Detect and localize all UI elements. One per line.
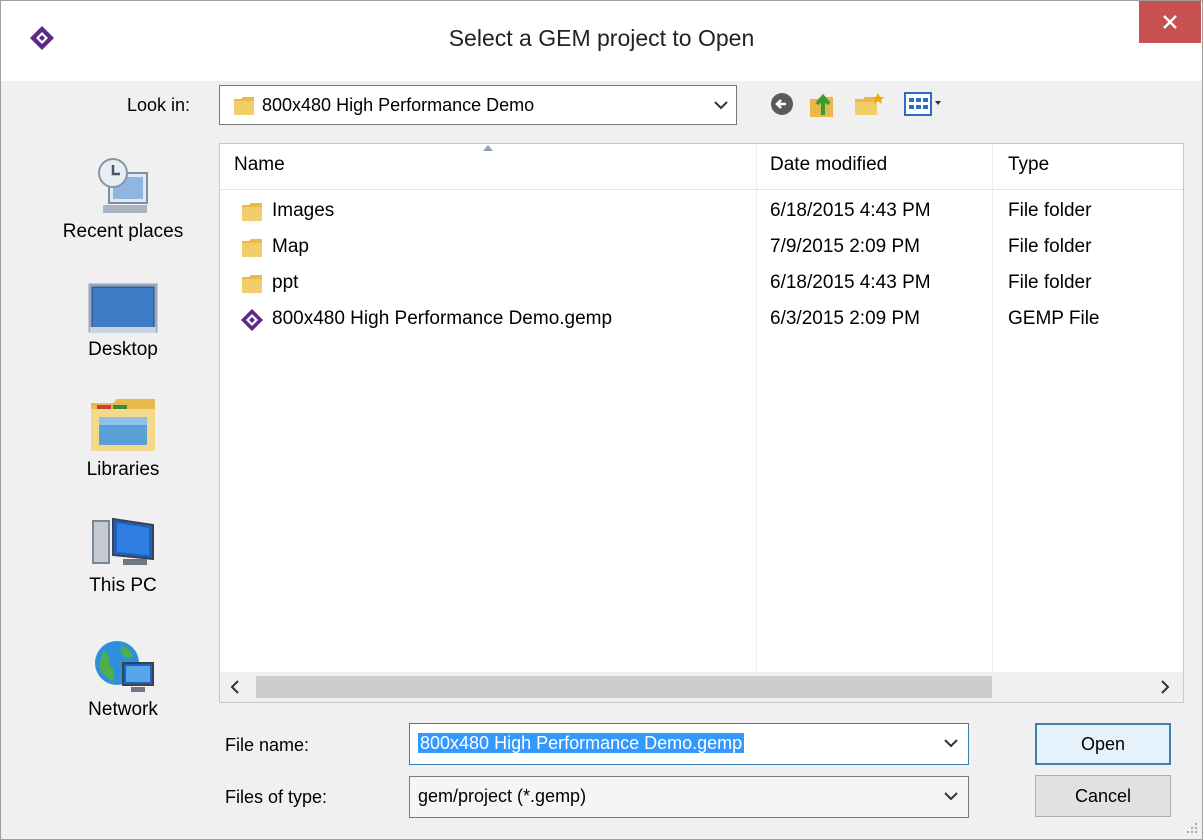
file-name-input[interactable]: 800x480 High Performance Demo.gemp (409, 723, 969, 765)
gemp-file-icon (241, 309, 263, 331)
column-date-modified[interactable]: Date modified (770, 154, 887, 176)
title-bar[interactable]: Select a GEM project to Open (1, 1, 1202, 81)
file-name: Images (272, 200, 335, 221)
column-header: Name Date modified Type (220, 144, 1183, 190)
look-in-value: 800x480 High Performance Demo (262, 95, 535, 115)
scroll-right-icon[interactable] (1160, 680, 1170, 694)
this-pc-icon (92, 517, 154, 565)
chevron-down-icon[interactable] (944, 738, 958, 748)
file-name: Map (272, 236, 309, 257)
file-type-label: Files of type: (225, 787, 328, 807)
folder-icon (242, 203, 262, 221)
look-in-label: Look in: (127, 95, 191, 115)
network-icon (95, 641, 154, 692)
file-name-label: File name: (225, 735, 310, 755)
file-row[interactable]: 800x480 High Performance Demo.gemp 6/3/2… (220, 302, 1183, 338)
folder-icon (234, 97, 254, 115)
horizontal-scrollbar[interactable] (220, 672, 1183, 702)
file-row[interactable]: ppt 6/18/2015 4:43 PM File folder (220, 266, 1183, 302)
file-type: GEMP File (1008, 308, 1100, 329)
place-network[interactable]: Network (37, 637, 209, 721)
scrollbar-thumb[interactable] (256, 676, 992, 698)
file-type-dropdown[interactable]: gem/project (*.gemp) (409, 776, 969, 818)
place-label: Network (88, 699, 158, 720)
file-list[interactable]: Name Date modified Type Images 6/18/2015… (219, 143, 1184, 703)
file-date: 6/3/2015 2:09 PM (770, 308, 920, 329)
look-in-dropdown[interactable]: 800x480 High Performance Demo (219, 85, 737, 125)
close-button[interactable] (1139, 1, 1201, 43)
file-type: File folder (1008, 236, 1092, 257)
close-icon (1163, 15, 1177, 29)
cancel-button[interactable]: Cancel (1035, 775, 1171, 817)
view-menu-icon[interactable] (903, 91, 955, 117)
place-label: This PC (89, 575, 157, 596)
file-type: File folder (1008, 200, 1092, 221)
open-button[interactable]: Open (1035, 723, 1171, 765)
column-type[interactable]: Type (1008, 154, 1049, 176)
file-type: File folder (1008, 272, 1092, 293)
place-this-pc[interactable]: This PC (37, 515, 209, 597)
place-desktop[interactable]: Desktop (37, 283, 209, 361)
file-name: ppt (272, 272, 299, 293)
up-folder-icon[interactable] (807, 91, 837, 119)
file-date: 6/18/2015 4:43 PM (770, 200, 931, 221)
file-type-value: gem/project (*.gemp) (418, 786, 587, 806)
file-name-value: 800x480 High Performance Demo.gemp (418, 733, 745, 753)
file-row[interactable]: Images 6/18/2015 4:43 PM File folder (220, 194, 1183, 230)
place-label: Libraries (86, 459, 160, 480)
file-date: 6/18/2015 4:43 PM (770, 272, 931, 293)
file-name: 800x480 High Performance Demo.gemp (272, 308, 613, 329)
chevron-down-icon (944, 792, 958, 801)
place-label: Recent places (62, 221, 184, 242)
desktop-icon (88, 283, 158, 333)
back-icon[interactable] (769, 91, 795, 117)
scroll-left-icon[interactable] (230, 680, 240, 694)
file-row[interactable]: Map 7/9/2015 2:09 PM File folder (220, 230, 1183, 266)
window-title: Select a GEM project to Open (448, 25, 755, 51)
folder-icon (242, 275, 262, 293)
file-date: 7/9/2015 2:09 PM (770, 236, 920, 257)
chevron-down-icon (714, 101, 728, 110)
places-bar: Recent places Desktop Libraries This PC … (37, 143, 209, 743)
recent-places-icon (98, 158, 148, 213)
new-folder-icon[interactable] (853, 91, 885, 119)
sort-ascending-icon (483, 145, 493, 151)
place-libraries[interactable]: Libraries (37, 395, 209, 481)
folder-icon (242, 239, 262, 257)
column-name[interactable]: Name (234, 154, 285, 176)
open-dialog: Select a GEM project to Open Look in: 80… (0, 0, 1203, 840)
resize-grip-icon[interactable] (1185, 821, 1199, 835)
place-label: Desktop (88, 339, 158, 360)
place-recent-places[interactable]: Recent places (37, 155, 209, 243)
libraries-icon (91, 399, 155, 451)
